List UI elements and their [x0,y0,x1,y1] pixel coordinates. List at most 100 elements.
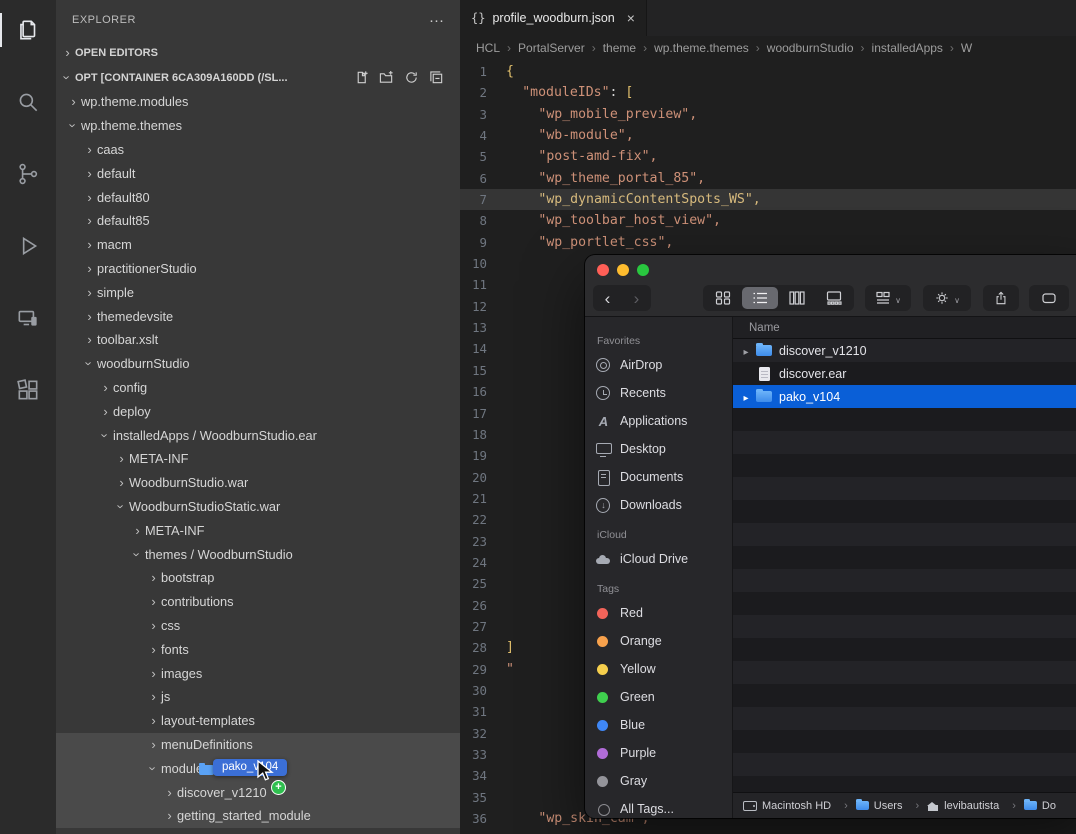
close-window-button[interactable] [597,264,609,276]
code-line[interactable]: 5 "post-amd-fix", [460,146,1076,167]
remote-explorer-icon[interactable] [6,298,50,338]
tree-item[interactable]: discover_v1210 [56,780,460,804]
breadcrumb-item[interactable]: installedApps [872,41,961,55]
finder-sidebar-item[interactable]: Gray [585,767,732,795]
finder-sidebar-item[interactable]: Red [585,599,732,627]
tree-item[interactable]: themedevsite [56,304,460,328]
explorer-icon[interactable] [6,10,50,50]
tree-item[interactable]: getting_started_module [56,804,460,828]
tree-item[interactable]: default85 [56,209,460,233]
tree-item[interactable]: WoodburnStudio.war [56,471,460,495]
tab-profile-woodburn-json[interactable]: {} profile_woodburn.json × [460,0,647,36]
finder-sidebar-item[interactable]: Blue [585,711,732,739]
list-view-button[interactable] [742,287,778,309]
tags-button[interactable] [1029,285,1069,311]
code-line[interactable]: 4 "wb-module", [460,125,1076,146]
tree-item[interactable]: css [56,614,460,638]
finder-sidebar-item[interactable]: Yellow [585,655,732,683]
new-folder-icon[interactable] [378,70,394,86]
zoom-window-button[interactable] [637,264,649,276]
tree-item[interactable]: caas [56,138,460,162]
tree-item[interactable]: wp.theme.themes [56,114,460,138]
tree-item[interactable]: default80 [56,185,460,209]
extensions-icon[interactable] [6,370,50,410]
tree-item[interactable]: deploy [56,399,460,423]
action-menu-button[interactable] [923,285,971,311]
tree-item[interactable]: META-INF [56,518,460,542]
finder-sidebar-item[interactable]: Purple [585,739,732,767]
name-column-header[interactable]: Name [733,317,1076,339]
tree-item[interactable]: installedApps / WoodburnStudio.ear [56,423,460,447]
minimize-window-button[interactable] [617,264,629,276]
tree-item[interactable]: themes / WoodburnStudio [56,542,460,566]
tree-item[interactable]: fonts [56,637,460,661]
breadcrumb-item[interactable]: PortalServer [518,41,603,55]
disclosure-triangle-icon[interactable] [739,390,753,404]
breadcrumb-item[interactable]: wp.theme.themes [654,41,767,55]
close-tab-icon[interactable]: × [627,10,635,26]
disclosure-triangle-icon[interactable] [739,344,753,358]
icon-view-button[interactable] [705,287,741,309]
run-debug-icon[interactable] [6,226,50,266]
tree-item[interactable]: images [56,661,460,685]
tree-item[interactable]: bootstrap [56,566,460,590]
path-bar-item[interactable]: Macintosh HD [743,800,856,812]
tree-item[interactable]: layout-templates [56,709,460,733]
breadcrumb-item[interactable]: W [961,41,986,55]
code-line[interactable]: 3 "wp_mobile_preview", [460,104,1076,125]
finder-sidebar-item[interactable]: Applications [585,407,732,435]
code-line[interactable]: 7 "wp_dynamicContentSpots_WS", [460,189,1076,210]
more-actions-button[interactable]: ··· [429,12,444,29]
chevron-icon [82,309,97,324]
tree-item[interactable]: simple [56,280,460,304]
path-bar-item[interactable]: levibautista [927,800,1024,812]
finder-sidebar-item[interactable]: AirDrop [585,351,732,379]
code-line[interactable]: 9 "wp_portlet_css", [460,232,1076,253]
finder-file-row[interactable]: pako_v104 [733,385,1076,408]
code-line[interactable]: 1 { [460,61,1076,82]
workspace-section[interactable]: OPT [CONTAINER 6CA309A160DD (/SL... [56,65,460,90]
path-bar-item[interactable]: Do [1024,800,1076,812]
finder-sidebar-item[interactable]: Desktop [585,435,732,463]
tree-item[interactable]: META-INF [56,447,460,471]
path-bar-item[interactable]: Users [856,800,927,812]
breadcrumb-item[interactable]: woodburnStudio [767,41,872,55]
code-line[interactable]: 2 "moduleIDs": [ [460,82,1076,103]
new-file-icon[interactable] [353,70,369,86]
tree-item[interactable]: WoodburnStudioStatic.war [56,495,460,519]
finder-sidebar-item[interactable]: Recents [585,379,732,407]
open-editors-section[interactable]: OPEN EDITORS [56,40,460,65]
forward-button[interactable]: › [622,290,651,307]
tree-item[interactable]: practitionerStudio [56,257,460,281]
finder-sidebar-item[interactable]: Orange [585,627,732,655]
column-view-button[interactable] [779,287,815,309]
search-icon[interactable] [6,82,50,122]
finder-sidebar-item[interactable]: All Tags... [585,795,732,818]
tree-item[interactable]: woodburnStudio [56,352,460,376]
finder-sidebar-item[interactable]: iCloud Drive [585,545,732,573]
code-line[interactable]: 6 "wp_theme_portal_85", [460,168,1076,189]
share-button[interactable] [983,285,1019,311]
tree-item[interactable]: config [56,376,460,400]
tree-item[interactable]: js [56,685,460,709]
tree-item[interactable]: macm [56,233,460,257]
finder-file-row[interactable]: discover.ear [733,362,1076,385]
refresh-icon[interactable] [403,70,419,86]
collapse-all-icon[interactable] [428,70,444,86]
tree-item[interactable]: toolbar.xslt [56,328,460,352]
tree-item[interactable]: contributions [56,590,460,614]
breadcrumb-item[interactable]: theme [603,41,654,55]
back-button[interactable]: ‹ [593,290,622,307]
gallery-view-button[interactable] [816,287,852,309]
source-control-icon[interactable] [6,154,50,194]
finder-sidebar-item[interactable]: Downloads [585,491,732,519]
finder-file-row[interactable]: discover_v1210 [733,339,1076,362]
tree-item[interactable]: menuDefinitions [56,733,460,757]
finder-sidebar-item[interactable]: Green [585,683,732,711]
code-line[interactable]: 8 "wp_toolbar_host_view", [460,210,1076,231]
tree-item[interactable]: wp.theme.modules [56,90,460,114]
tree-item[interactable]: default [56,161,460,185]
group-by-button[interactable] [865,285,911,311]
finder-sidebar-item[interactable]: Documents [585,463,732,491]
breadcrumb-item[interactable]: HCL [476,41,518,55]
